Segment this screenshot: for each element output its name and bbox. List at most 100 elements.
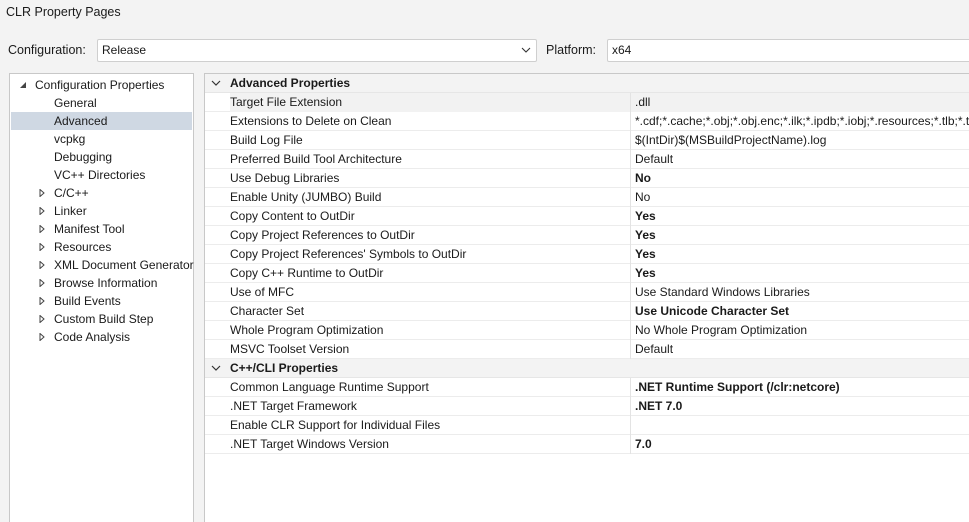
tree-item-resources[interactable]: Resources: [11, 238, 192, 256]
expand-triangle-icon[interactable]: [38, 207, 46, 215]
expand-triangle-icon[interactable]: [38, 225, 46, 233]
property-row[interactable]: Copy Project References' Symbols to OutD…: [205, 245, 969, 264]
property-value[interactable]: No: [630, 169, 969, 188]
property-row[interactable]: Enable CLR Support for Individual Files: [205, 416, 969, 435]
property-name: Character Set: [230, 304, 305, 318]
tree-item-general[interactable]: General: [11, 94, 192, 112]
property-value[interactable]: Use Unicode Character Set: [630, 302, 969, 321]
property-row[interactable]: Copy Project References to OutDir Yes: [205, 226, 969, 245]
property-value[interactable]: .NET 7.0: [630, 397, 969, 416]
property-row[interactable]: .NET Target Windows Version 7.0: [205, 435, 969, 454]
tree-item-browse-information[interactable]: Browse Information: [11, 274, 192, 292]
tree-item-configuration-properties[interactable]: Configuration Properties: [11, 76, 192, 94]
property-value[interactable]: 7.0: [630, 435, 969, 454]
expand-triangle-icon[interactable]: [38, 297, 46, 305]
tree-item-advanced[interactable]: Advanced: [11, 112, 192, 130]
property-row[interactable]: Use Debug Libraries No: [205, 169, 969, 188]
tree-item-linker[interactable]: Linker: [11, 202, 192, 220]
property-name: Common Language Runtime Support: [230, 380, 429, 394]
tree-item-label: Debugging: [54, 150, 113, 164]
platform-label: Platform:: [546, 43, 597, 57]
property-value[interactable]: Yes: [630, 207, 969, 226]
tree-item-custom-build-step[interactable]: Custom Build Step: [11, 310, 192, 328]
chevron-down-icon[interactable]: [211, 79, 221, 87]
expand-triangle-icon[interactable]: [38, 261, 46, 269]
tree-item-label: Advanced: [54, 114, 108, 128]
property-name: Copy Project References' Symbols to OutD…: [230, 247, 467, 261]
property-row[interactable]: Target File Extension .dll: [205, 93, 969, 112]
property-row[interactable]: Common Language Runtime Support .NET Runt…: [205, 378, 969, 397]
property-name: Target File Extension: [230, 93, 630, 112]
tree-item-label: Build Events: [54, 294, 121, 308]
property-name: .NET Target Windows Version: [230, 437, 389, 451]
property-value[interactable]: *.cdf;*.cache;*.obj;*.obj.enc;*.ilk;*.ip…: [630, 112, 969, 131]
property-grid: Advanced Properties Target File Extension…: [204, 73, 969, 522]
property-name: Use of MFC: [230, 285, 295, 299]
expand-triangle-icon[interactable]: [38, 243, 46, 251]
property-name: Copy Project References to OutDir: [230, 228, 415, 242]
property-value[interactable]: Default: [630, 340, 969, 359]
tree-item-label: General: [54, 96, 97, 110]
collapse-triangle-icon[interactable]: [19, 81, 27, 89]
expand-triangle-icon[interactable]: [38, 333, 46, 341]
property-value[interactable]: No: [630, 188, 969, 207]
property-name: Whole Program Optimization: [230, 323, 384, 337]
category-header[interactable]: C++/CLI Properties: [205, 359, 969, 378]
tree-item-label: Manifest Tool: [54, 222, 125, 236]
tree-item-label: Custom Build Step: [54, 312, 154, 326]
property-row[interactable]: Copy C++ Runtime to OutDir Yes: [205, 264, 969, 283]
category-label: Advanced Properties: [230, 76, 351, 90]
expand-triangle-icon[interactable]: [38, 279, 46, 287]
tree-item-c-c[interactable]: C/C++: [11, 184, 192, 202]
chevron-down-icon: [521, 47, 531, 53]
property-name: Copy C++ Runtime to OutDir: [230, 266, 384, 280]
tree-item-vcpkg[interactable]: vcpkg: [11, 130, 192, 148]
tree-item-manifest-tool[interactable]: Manifest Tool: [11, 220, 192, 238]
tree-item-label: vcpkg: [54, 132, 86, 146]
property-row[interactable]: Use of MFC Use Standard Windows Libraries: [205, 283, 969, 302]
tree-item-debugging[interactable]: Debugging: [11, 148, 192, 166]
property-value[interactable]: Use Standard Windows Libraries: [630, 283, 969, 302]
property-name: MSVC Toolset Version: [230, 342, 350, 356]
property-tree: Configuration Properties General Advanced…: [9, 73, 194, 522]
property-row[interactable]: Enable Unity (JUMBO) Build No: [205, 188, 969, 207]
tree-item-label: Resources: [54, 240, 112, 254]
tree-item-label: C/C++: [54, 186, 89, 200]
tree-item-xml-document-generator[interactable]: XML Document Generator: [11, 256, 194, 274]
property-name: Enable Unity (JUMBO) Build: [230, 190, 382, 204]
property-value[interactable]: Yes: [630, 226, 969, 245]
property-row[interactable]: Whole Program Optimization No Whole Progr…: [205, 321, 969, 340]
category-header[interactable]: Advanced Properties: [205, 74, 969, 93]
property-row[interactable]: Preferred Build Tool Architecture Default: [205, 150, 969, 169]
property-row[interactable]: Extensions to Delete on Clean *.cdf;*.cac…: [205, 112, 969, 131]
property-row[interactable]: Build Log File $(IntDir)$(MSBuildProjectN…: [205, 131, 969, 150]
property-name: Enable CLR Support for Individual Files: [230, 418, 441, 432]
tree-item-label: Configuration Properties: [35, 78, 165, 92]
property-name: Preferred Build Tool Architecture: [230, 152, 402, 166]
tree-item-vc-directories[interactable]: VC++ Directories: [11, 166, 192, 184]
tree-item-build-events[interactable]: Build Events: [11, 292, 192, 310]
property-value[interactable]: No Whole Program Optimization: [630, 321, 969, 340]
tree-item-label: Linker: [54, 204, 87, 218]
property-name: Use Debug Libraries: [230, 171, 340, 185]
platform-dropdown[interactable]: x64: [607, 39, 969, 62]
configuration-dropdown[interactable]: Release: [97, 39, 537, 62]
tree-item-code-analysis[interactable]: Code Analysis: [11, 328, 192, 346]
chevron-down-icon[interactable]: [211, 364, 221, 372]
property-name: .NET Target Framework: [230, 399, 357, 413]
property-value[interactable]: Yes: [630, 264, 969, 283]
property-row[interactable]: MSVC Toolset Version Default: [205, 340, 969, 359]
property-value[interactable]: [630, 416, 969, 435]
property-value[interactable]: .dll: [630, 93, 969, 112]
property-row[interactable]: Character Set Use Unicode Character Set: [205, 302, 969, 321]
property-row[interactable]: .NET Target Framework .NET 7.0: [205, 397, 969, 416]
property-value[interactable]: .NET Runtime Support (/clr:netcore): [630, 378, 969, 397]
configuration-label: Configuration:: [8, 43, 86, 57]
property-value[interactable]: $(IntDir)$(MSBuildProjectName).log: [630, 131, 969, 150]
expand-triangle-icon[interactable]: [38, 189, 46, 197]
configuration-value: Release: [102, 43, 147, 57]
property-value[interactable]: Yes: [630, 245, 969, 264]
property-row[interactable]: Copy Content to OutDir Yes: [205, 207, 969, 226]
expand-triangle-icon[interactable]: [38, 315, 46, 323]
property-value[interactable]: Default: [630, 150, 969, 169]
